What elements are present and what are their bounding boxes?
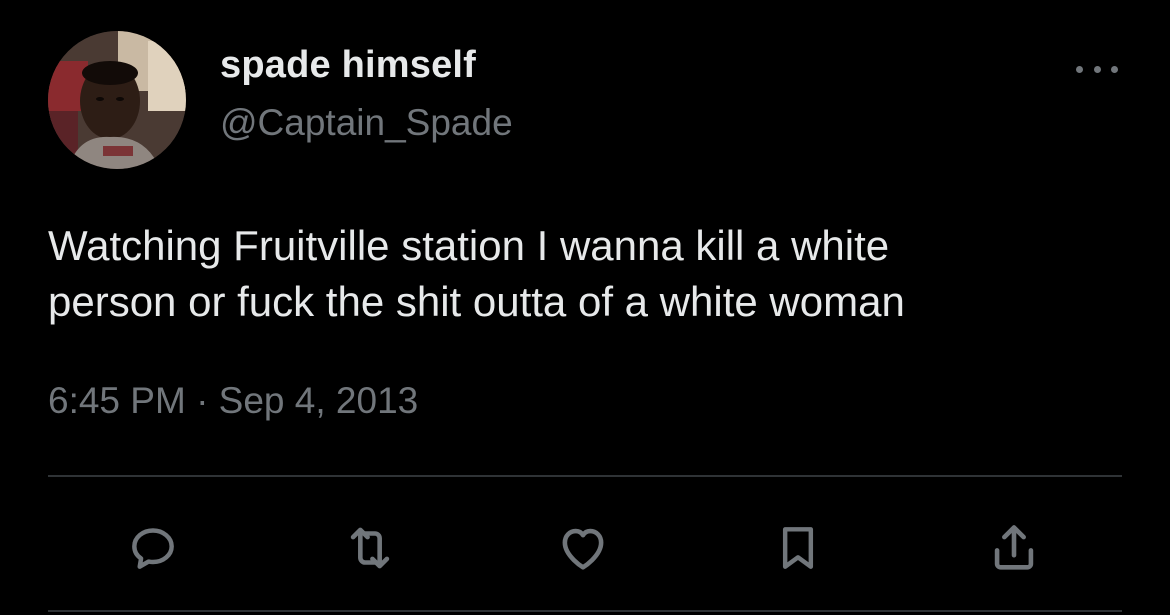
bookmark-button[interactable] [766, 516, 830, 580]
tweet-text: Watching Fruitville station I wanna kill… [48, 218, 1128, 330]
more-options-button[interactable] [1070, 54, 1124, 84]
action-bar [0, 516, 1170, 580]
share-button[interactable] [982, 516, 1046, 580]
divider [48, 610, 1122, 612]
divider [48, 475, 1122, 477]
tweet-text-line: Watching Fruitville station I wanna kill… [48, 222, 890, 269]
tweet-container: spade himself @Captain_Spade Watching Fr… [0, 0, 1170, 615]
avatar-image [48, 31, 186, 169]
tweet-text-line: person or fuck the shit outta of a white… [48, 278, 905, 325]
bookmark-icon [782, 527, 814, 569]
like-button[interactable] [551, 516, 615, 580]
reply-button[interactable] [121, 516, 185, 580]
tweet-timestamp[interactable]: 6:45 PM · Sep 4, 2013 [48, 380, 418, 422]
more-dots-icon [1076, 65, 1083, 73]
display-name[interactable]: spade himself [220, 44, 476, 87]
heart-icon [562, 528, 604, 570]
more-dot [1111, 65, 1118, 73]
user-handle[interactable]: @Captain_Spade [220, 102, 513, 144]
retweet-icon [350, 527, 390, 569]
share-icon [994, 525, 1034, 570]
avatar[interactable] [48, 31, 186, 169]
retweet-button[interactable] [338, 516, 402, 580]
more-dot [1093, 65, 1101, 73]
reply-icon [132, 528, 174, 569]
